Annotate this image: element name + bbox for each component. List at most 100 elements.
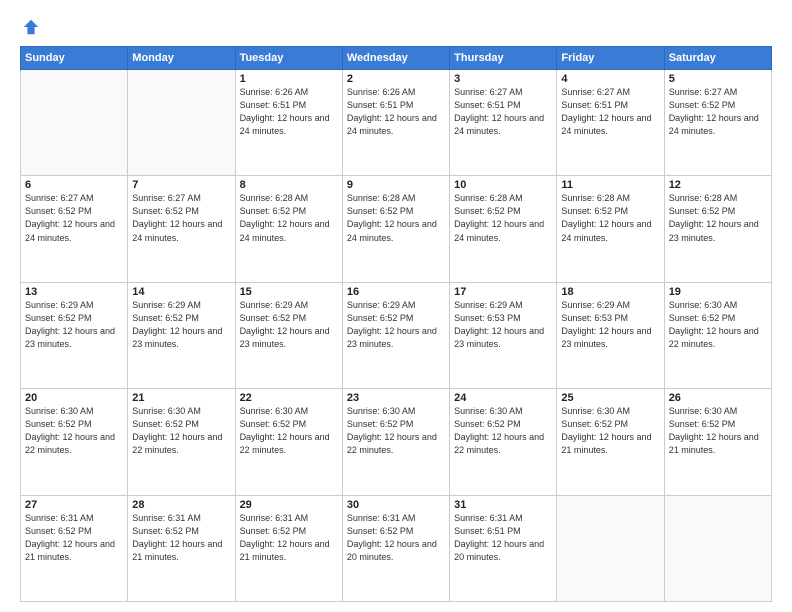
day-info: Sunrise: 6:28 AM Sunset: 6:52 PM Dayligh… (669, 192, 767, 244)
logo-icon (22, 18, 40, 36)
day-info: Sunrise: 6:30 AM Sunset: 6:52 PM Dayligh… (25, 405, 123, 457)
day-info: Sunrise: 6:30 AM Sunset: 6:52 PM Dayligh… (347, 405, 445, 457)
day-number: 31 (454, 499, 552, 511)
calendar-cell: 25Sunrise: 6:30 AM Sunset: 6:52 PM Dayli… (557, 389, 664, 495)
calendar-cell: 7Sunrise: 6:27 AM Sunset: 6:52 PM Daylig… (128, 176, 235, 282)
day-info: Sunrise: 6:30 AM Sunset: 6:52 PM Dayligh… (454, 405, 552, 457)
calendar-cell (21, 70, 128, 176)
day-info: Sunrise: 6:31 AM Sunset: 6:52 PM Dayligh… (240, 512, 338, 564)
calendar-header-row: SundayMondayTuesdayWednesdayThursdayFrid… (21, 47, 772, 70)
calendar-cell: 13Sunrise: 6:29 AM Sunset: 6:52 PM Dayli… (21, 282, 128, 388)
calendar-cell: 17Sunrise: 6:29 AM Sunset: 6:53 PM Dayli… (450, 282, 557, 388)
day-number: 29 (240, 499, 338, 511)
calendar-cell: 20Sunrise: 6:30 AM Sunset: 6:52 PM Dayli… (21, 389, 128, 495)
calendar-cell: 31Sunrise: 6:31 AM Sunset: 6:51 PM Dayli… (450, 495, 557, 601)
day-number: 28 (132, 499, 230, 511)
day-number: 27 (25, 499, 123, 511)
day-number: 2 (347, 73, 445, 85)
calendar-cell: 27Sunrise: 6:31 AM Sunset: 6:52 PM Dayli… (21, 495, 128, 601)
calendar-cell: 21Sunrise: 6:30 AM Sunset: 6:52 PM Dayli… (128, 389, 235, 495)
calendar-cell: 30Sunrise: 6:31 AM Sunset: 6:52 PM Dayli… (342, 495, 449, 601)
day-number: 9 (347, 179, 445, 191)
day-number: 6 (25, 179, 123, 191)
calendar-week-1: 1 Sunrise: 6:26 AM Sunset: 6:51 PM Daylig… (21, 70, 772, 176)
calendar-week-5: 27Sunrise: 6:31 AM Sunset: 6:52 PM Dayli… (21, 495, 772, 601)
calendar-cell: 5Sunrise: 6:27 AM Sunset: 6:52 PM Daylig… (664, 70, 771, 176)
calendar-week-3: 13Sunrise: 6:29 AM Sunset: 6:52 PM Dayli… (21, 282, 772, 388)
calendar-cell: 8Sunrise: 6:28 AM Sunset: 6:52 PM Daylig… (235, 176, 342, 282)
calendar-week-4: 20Sunrise: 6:30 AM Sunset: 6:52 PM Dayli… (21, 389, 772, 495)
calendar-header-tuesday: Tuesday (235, 47, 342, 70)
calendar-cell: 15Sunrise: 6:29 AM Sunset: 6:52 PM Dayli… (235, 282, 342, 388)
calendar-cell: 12Sunrise: 6:28 AM Sunset: 6:52 PM Dayli… (664, 176, 771, 282)
day-number: 25 (561, 392, 659, 404)
day-info: Sunrise: 6:26 AM Sunset: 6:51 PM Dayligh… (347, 86, 445, 138)
calendar-cell: 28Sunrise: 6:31 AM Sunset: 6:52 PM Dayli… (128, 495, 235, 601)
day-number: 5 (669, 73, 767, 85)
day-info: Sunrise: 6:31 AM Sunset: 6:52 PM Dayligh… (347, 512, 445, 564)
day-info: Sunrise: 6:30 AM Sunset: 6:52 PM Dayligh… (561, 405, 659, 457)
calendar-cell: 6Sunrise: 6:27 AM Sunset: 6:52 PM Daylig… (21, 176, 128, 282)
calendar: SundayMondayTuesdayWednesdayThursdayFrid… (20, 46, 772, 602)
calendar-cell: 24Sunrise: 6:30 AM Sunset: 6:52 PM Dayli… (450, 389, 557, 495)
calendar-cell (128, 70, 235, 176)
day-number: 13 (25, 286, 123, 298)
calendar-header-wednesday: Wednesday (342, 47, 449, 70)
day-info: Sunrise: 6:27 AM Sunset: 6:52 PM Dayligh… (669, 86, 767, 138)
day-info: Sunrise: 6:29 AM Sunset: 6:52 PM Dayligh… (347, 299, 445, 351)
day-info: Sunrise: 6:29 AM Sunset: 6:52 PM Dayligh… (132, 299, 230, 351)
day-info: Sunrise: 6:31 AM Sunset: 6:51 PM Dayligh… (454, 512, 552, 564)
day-number: 19 (669, 286, 767, 298)
day-number: 3 (454, 73, 552, 85)
page: SundayMondayTuesdayWednesdayThursdayFrid… (0, 0, 792, 612)
day-info: Sunrise: 6:28 AM Sunset: 6:52 PM Dayligh… (240, 192, 338, 244)
calendar-week-2: 6Sunrise: 6:27 AM Sunset: 6:52 PM Daylig… (21, 176, 772, 282)
day-number: 18 (561, 286, 659, 298)
calendar-cell: 3Sunrise: 6:27 AM Sunset: 6:51 PM Daylig… (450, 70, 557, 176)
calendar-header-saturday: Saturday (664, 47, 771, 70)
day-info: Sunrise: 6:28 AM Sunset: 6:52 PM Dayligh… (454, 192, 552, 244)
day-number: 7 (132, 179, 230, 191)
calendar-cell: 29Sunrise: 6:31 AM Sunset: 6:52 PM Dayli… (235, 495, 342, 601)
day-number: 22 (240, 392, 338, 404)
day-number: 17 (454, 286, 552, 298)
day-info: Sunrise: 6:27 AM Sunset: 6:51 PM Dayligh… (454, 86, 552, 138)
day-number: 1 (240, 73, 338, 85)
calendar-header-monday: Monday (128, 47, 235, 70)
day-info: Sunrise: 6:28 AM Sunset: 6:52 PM Dayligh… (347, 192, 445, 244)
calendar-header-friday: Friday (557, 47, 664, 70)
day-info: Sunrise: 6:29 AM Sunset: 6:53 PM Dayligh… (561, 299, 659, 351)
calendar-cell (664, 495, 771, 601)
day-number: 20 (25, 392, 123, 404)
calendar-cell: 2Sunrise: 6:26 AM Sunset: 6:51 PM Daylig… (342, 70, 449, 176)
day-info: Sunrise: 6:27 AM Sunset: 6:52 PM Dayligh… (132, 192, 230, 244)
day-info: Sunrise: 6:31 AM Sunset: 6:52 PM Dayligh… (132, 512, 230, 564)
day-number: 21 (132, 392, 230, 404)
calendar-cell: 14Sunrise: 6:29 AM Sunset: 6:52 PM Dayli… (128, 282, 235, 388)
day-info: Sunrise: 6:30 AM Sunset: 6:52 PM Dayligh… (669, 405, 767, 457)
day-info: Sunrise: 6:29 AM Sunset: 6:52 PM Dayligh… (240, 299, 338, 351)
day-number: 14 (132, 286, 230, 298)
day-number: 24 (454, 392, 552, 404)
calendar-cell: 22Sunrise: 6:30 AM Sunset: 6:52 PM Dayli… (235, 389, 342, 495)
calendar-cell: 4Sunrise: 6:27 AM Sunset: 6:51 PM Daylig… (557, 70, 664, 176)
day-info: Sunrise: 6:30 AM Sunset: 6:52 PM Dayligh… (240, 405, 338, 457)
day-number: 12 (669, 179, 767, 191)
calendar-header-thursday: Thursday (450, 47, 557, 70)
calendar-cell: 19Sunrise: 6:30 AM Sunset: 6:52 PM Dayli… (664, 282, 771, 388)
day-info: Sunrise: 6:31 AM Sunset: 6:52 PM Dayligh… (25, 512, 123, 564)
header (20, 18, 772, 36)
day-info: Sunrise: 6:29 AM Sunset: 6:52 PM Dayligh… (25, 299, 123, 351)
calendar-cell: 10Sunrise: 6:28 AM Sunset: 6:52 PM Dayli… (450, 176, 557, 282)
calendar-cell: 23Sunrise: 6:30 AM Sunset: 6:52 PM Dayli… (342, 389, 449, 495)
logo (20, 18, 40, 36)
day-number: 8 (240, 179, 338, 191)
calendar-cell: 9Sunrise: 6:28 AM Sunset: 6:52 PM Daylig… (342, 176, 449, 282)
calendar-cell: 18Sunrise: 6:29 AM Sunset: 6:53 PM Dayli… (557, 282, 664, 388)
day-info: Sunrise: 6:27 AM Sunset: 6:52 PM Dayligh… (25, 192, 123, 244)
day-number: 10 (454, 179, 552, 191)
calendar-cell: 16Sunrise: 6:29 AM Sunset: 6:52 PM Dayli… (342, 282, 449, 388)
day-number: 30 (347, 499, 445, 511)
day-number: 15 (240, 286, 338, 298)
calendar-header-sunday: Sunday (21, 47, 128, 70)
